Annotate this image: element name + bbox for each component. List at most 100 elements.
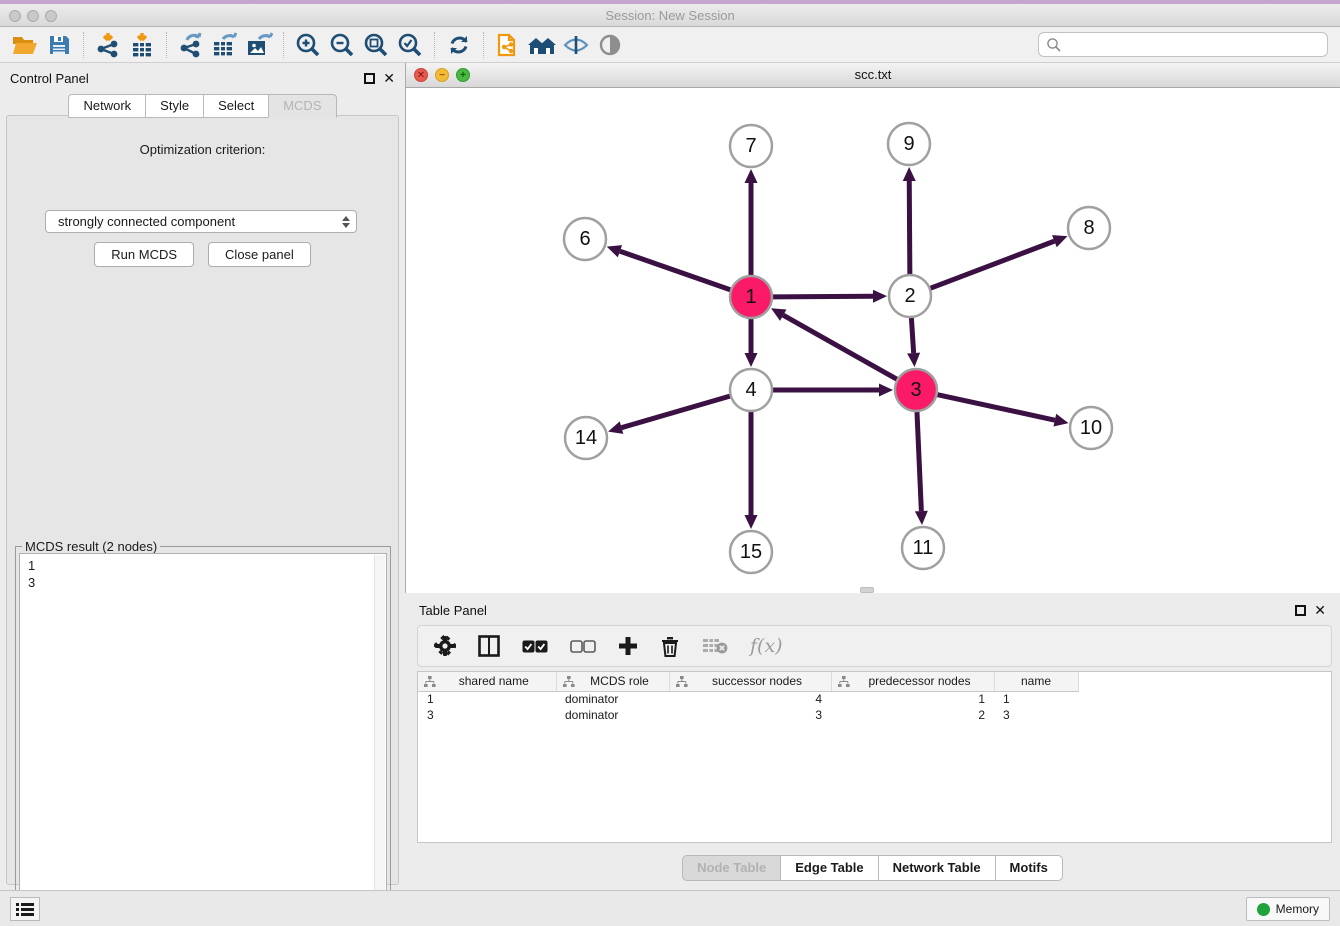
tab-mcds[interactable]: MCDS xyxy=(268,94,336,118)
float-table-panel-icon[interactable] xyxy=(1295,605,1306,616)
export-table-icon[interactable] xyxy=(208,30,242,60)
memory-button[interactable]: Memory xyxy=(1246,897,1330,921)
table-cell[interactable]: 1 xyxy=(994,691,1078,707)
tab-style[interactable]: Style xyxy=(145,94,203,118)
network-window-title: scc.txt xyxy=(406,67,1340,82)
criterion-dropdown[interactable]: strongly connected component xyxy=(45,210,357,233)
table-panel-title: Table Panel xyxy=(419,603,487,618)
graph-edge-arrowhead xyxy=(907,353,920,367)
main-toolbar xyxy=(0,27,1340,63)
graph-edge-arrowhead xyxy=(607,245,622,257)
table-cell[interactable]: 3 xyxy=(994,707,1078,723)
tab-select[interactable]: Select xyxy=(203,94,268,118)
dropdown-stepper-icon xyxy=(342,216,350,228)
refresh-layout-icon[interactable] xyxy=(442,30,476,60)
search-input[interactable] xyxy=(1038,32,1328,57)
tab-network-table[interactable]: Network Table xyxy=(878,855,995,881)
export-network-icon[interactable] xyxy=(174,30,208,60)
tab-network[interactable]: Network xyxy=(68,94,145,118)
delete-table-icon[interactable] xyxy=(702,637,728,655)
tab-edge-table[interactable]: Edge Table xyxy=(780,855,877,881)
control-panel-tabs: Network Style Select MCDS xyxy=(0,94,405,118)
import-table-icon[interactable] xyxy=(125,30,159,60)
column-header-mcds-role[interactable]: MCDS role xyxy=(556,672,669,691)
unselect-all-columns-icon[interactable] xyxy=(570,640,596,653)
column-header-predecessor-nodes[interactable]: predecessor nodes xyxy=(831,672,994,691)
table-cell[interactable]: dominator xyxy=(556,691,669,707)
graph-edge-4-14[interactable] xyxy=(622,396,730,428)
graph-node-label: 4 xyxy=(745,379,756,401)
float-panel-icon[interactable] xyxy=(364,73,375,84)
criterion-value: strongly connected component xyxy=(58,214,235,229)
mcds-result-item[interactable]: 3 xyxy=(28,574,386,591)
graph-edge-arrowhead xyxy=(745,353,758,367)
column-header-name[interactable]: name xyxy=(994,672,1078,691)
graph-edge-arrowhead xyxy=(903,167,916,181)
network-window-titlebar[interactable]: ✕ − + scc.txt xyxy=(406,63,1340,88)
select-all-columns-icon[interactable] xyxy=(522,640,548,653)
column-header-shared-name[interactable]: shared name xyxy=(418,672,556,691)
graph-edge-3-10[interactable] xyxy=(937,395,1054,420)
graph-edge-3-1[interactable] xyxy=(783,315,897,379)
graph-edge-1-2[interactable] xyxy=(773,296,873,297)
close-table-panel-icon[interactable]: ✕ xyxy=(1314,605,1326,616)
tab-motifs[interactable]: Motifs xyxy=(995,855,1063,881)
close-panel-button[interactable]: Close panel xyxy=(208,242,311,267)
save-session-icon[interactable] xyxy=(42,30,76,60)
mcds-result-title: MCDS result (2 nodes) xyxy=(22,539,160,554)
table-cell[interactable]: 4 xyxy=(669,691,831,707)
table-cell[interactable]: 3 xyxy=(418,707,556,723)
graph-edge-1-6[interactable] xyxy=(620,251,730,290)
show-task-history-button[interactable] xyxy=(10,897,40,921)
open-session-icon[interactable] xyxy=(8,30,42,60)
control-panel: Control Panel ✕ Network Style Select MCD… xyxy=(0,63,405,890)
column-type-icon xyxy=(562,676,575,688)
table-cell[interactable]: 2 xyxy=(831,707,994,723)
network-graph[interactable]: 1234678910111415 xyxy=(406,88,1340,593)
optimization-criterion-label: Optimization criterion: xyxy=(7,142,398,157)
table-settings-icon[interactable] xyxy=(434,635,456,657)
import-network-icon[interactable] xyxy=(91,30,125,60)
graph-edge-2-9[interactable] xyxy=(909,181,910,274)
show-column-panel-icon[interactable] xyxy=(478,635,500,657)
column-header-successor-nodes[interactable]: successor nodes xyxy=(669,672,831,691)
export-image-icon[interactable] xyxy=(242,30,276,60)
graph-edge-2-3[interactable] xyxy=(911,318,913,353)
show-graphics-icon[interactable] xyxy=(593,30,627,60)
toolbar-separator xyxy=(166,32,167,58)
node-table-body: 1dominator4113dominator323 xyxy=(418,691,1078,723)
graph-node-label: 11 xyxy=(913,537,934,559)
graph-edge-2-8[interactable] xyxy=(931,241,1055,288)
splitter-handle[interactable] xyxy=(860,587,874,593)
table-cell[interactable]: dominator xyxy=(556,707,669,723)
delete-column-icon[interactable] xyxy=(660,635,680,657)
graph-edge-arrowhead xyxy=(745,169,758,183)
mcds-result-list[interactable]: 13 xyxy=(19,553,387,923)
toolbar-separator xyxy=(483,32,484,58)
graph-edge-arrowhead xyxy=(873,290,887,303)
graph-edge-3-11[interactable] xyxy=(917,412,921,511)
zoom-out-icon[interactable] xyxy=(325,30,359,60)
zoom-selected-icon[interactable] xyxy=(393,30,427,60)
memory-status-icon xyxy=(1257,903,1270,916)
duplicate-network-icon[interactable] xyxy=(491,30,525,60)
mcds-result-item[interactable]: 1 xyxy=(28,557,386,574)
zoom-fit-icon[interactable] xyxy=(359,30,393,60)
table-row[interactable]: 3dominator323 xyxy=(418,707,1078,723)
add-column-icon[interactable] xyxy=(618,636,638,656)
table-cell[interactable]: 3 xyxy=(669,707,831,723)
hide-panels-icon[interactable] xyxy=(559,30,593,60)
graph-node-label: 7 xyxy=(745,135,756,157)
graph-edge-arrowhead xyxy=(879,384,893,397)
tab-node-table[interactable]: Node Table xyxy=(682,855,780,881)
table-row[interactable]: 1dominator411 xyxy=(418,691,1078,707)
run-mcds-button[interactable]: Run MCDS xyxy=(94,242,194,267)
home-icon[interactable] xyxy=(525,30,559,60)
function-builder-icon[interactable]: f(x) xyxy=(750,635,783,657)
result-scrollbar[interactable] xyxy=(374,555,385,923)
zoom-in-icon[interactable] xyxy=(291,30,325,60)
table-cell[interactable]: 1 xyxy=(831,691,994,707)
table-cell[interactable]: 1 xyxy=(418,691,556,707)
close-panel-icon[interactable]: ✕ xyxy=(383,73,395,84)
search-icon xyxy=(1046,37,1062,53)
